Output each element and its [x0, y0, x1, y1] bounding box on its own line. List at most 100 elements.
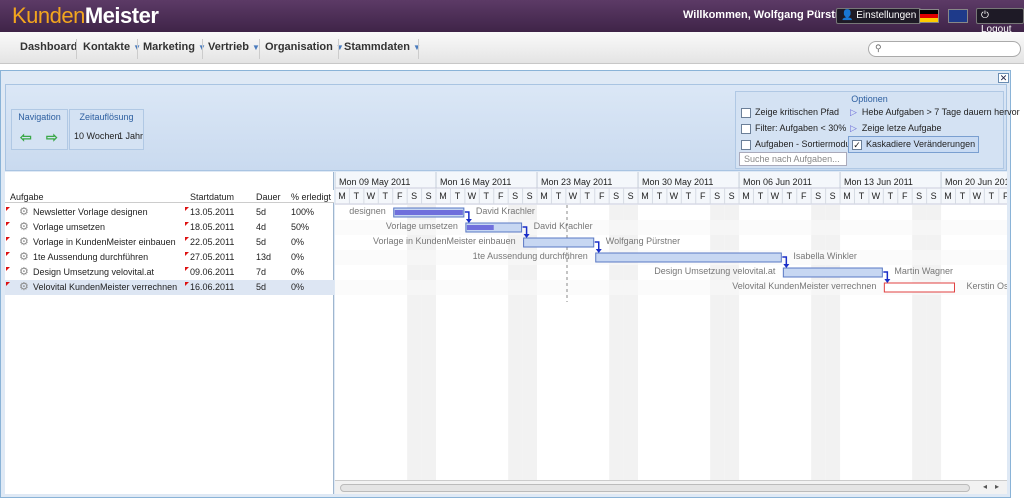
weekend-column [825, 205, 841, 494]
weekend-column [926, 205, 942, 494]
day-letter: S [512, 191, 519, 201]
column-header-task[interactable]: Aufgabe [10, 192, 44, 202]
day-letter: S [930, 191, 937, 201]
weekend-column [724, 205, 740, 494]
power-icon: ⏻ [981, 10, 989, 21]
resource-label: David Krachler [475, 206, 535, 216]
day-letter: M [338, 191, 346, 201]
task-bar-label: designen [349, 206, 386, 216]
cell-start: 18.05.2011 [190, 222, 235, 232]
scroll-right-icon[interactable]: ▸ [995, 482, 999, 491]
day-letter: T [757, 191, 764, 201]
task-bar [782, 267, 883, 278]
cell-start: 13.05.2011 [190, 207, 235, 217]
day-letter: S [425, 191, 432, 201]
gear-icon: ⚙ [19, 221, 29, 233]
options-title: Optionen [851, 94, 888, 104]
day-letter: S [411, 191, 418, 201]
zoom-10-weeks[interactable]: 10 Wochen [74, 131, 119, 141]
scrollbar-thumb[interactable] [340, 484, 970, 492]
table-row[interactable]: ⚙ Vorlage in KundenMeister einbauen 22.05.… [5, 235, 334, 250]
dirty-marker-icon [185, 267, 189, 271]
weekend-column [811, 205, 826, 494]
menu-stammdaten[interactable]: Stammdaten ▼ [344, 41, 421, 53]
user-icon: 👤 [841, 10, 854, 21]
table-row[interactable]: ⚙ Design Umsetzung velovital.at 09.06.2011… [5, 265, 334, 280]
weekend-column [623, 205, 639, 494]
option-critical-path[interactable]: Zeige kritischen Pfad [741, 107, 839, 118]
dirty-marker-icon [6, 237, 10, 241]
weekend-column [912, 205, 927, 494]
column-header-done[interactable]: % erledigt [291, 192, 331, 202]
table-row[interactable]: ⚙ Newsletter Vorlage designen 13.05.2011 5d… [5, 205, 334, 220]
menu-marketing[interactable]: Marketing▼ [143, 41, 206, 53]
dirty-marker-icon [185, 282, 189, 286]
day-letter: S [627, 191, 634, 201]
checkbox-icon [741, 123, 751, 134]
menu-separator [76, 39, 77, 59]
day-letter: M [742, 191, 750, 201]
uk-flag-icon[interactable] [948, 9, 968, 23]
day-letter: M [641, 191, 649, 201]
day-letter: M [944, 191, 952, 201]
scroll-left-icon[interactable]: ◂ [983, 482, 987, 491]
option-sort-mode[interactable]: Aufgaben - Sortiermodus [741, 139, 855, 150]
option-highlight-long[interactable]: ▷ Hebe Aufgaben > 7 Tage dauern hervor [850, 107, 1020, 118]
horizontal-scrollbar[interactable]: ◂ ▸ [335, 480, 1007, 494]
settings-button[interactable]: 👤 Einstellungen [836, 8, 922, 24]
day-letter: W [972, 191, 982, 201]
weekend-column [710, 205, 725, 494]
option-filter[interactable]: Filter: Aufgaben < 30% [741, 123, 846, 134]
cell-task: Newsletter Vorlage designen [33, 207, 148, 217]
option-show-last[interactable]: ▷ Zeige letze Aufgabe [850, 123, 941, 134]
day-letter: T [454, 191, 461, 201]
menu-organisation[interactable]: Organisation ▼ [265, 41, 344, 53]
column-header-start[interactable]: Startdatum [190, 192, 234, 202]
german-flag-icon[interactable] [919, 9, 939, 23]
day-letter: W [467, 191, 477, 201]
menu-vertrieb[interactable]: Vertrieb ▼ [208, 41, 260, 53]
cell-task: 1te Aussendung durchführen [33, 252, 149, 262]
task-bar [883, 282, 955, 293]
arrow-right-icon[interactable]: ⇨ [46, 129, 58, 146]
arrow-left-icon[interactable]: ⇦ [20, 129, 32, 146]
week-label: Mon 09 May 2011 [339, 177, 411, 187]
day-letter: T [786, 191, 793, 201]
column-header-duration[interactable]: Dauer [256, 192, 281, 202]
menu-kontakte[interactable]: Kontakte▼ [83, 41, 141, 53]
progress-fill [394, 210, 463, 215]
cell-task: Vorlage in KundenMeister einbauen [33, 237, 176, 247]
cell-done: 0% [291, 252, 305, 262]
weekend-column [508, 205, 523, 494]
table-row[interactable]: ⚙ Velovital KundenMeister verrechnen 16.06… [5, 280, 334, 295]
day-letter: S [526, 191, 533, 201]
day-letter: M [843, 191, 851, 201]
week-label: Mon 20 Jun 2011 [945, 177, 1007, 187]
close-icon[interactable]: ✕ [998, 73, 1009, 83]
navigation-title: Navigation [18, 112, 61, 122]
day-letter: W [871, 191, 881, 201]
dirty-marker-icon [185, 207, 189, 211]
navigation-group: Navigation ⇦ ⇨ [11, 109, 68, 150]
menu-dashboard[interactable]: Dashboard [20, 41, 77, 53]
logout-button[interactable]: ⏻ Logout [976, 8, 1024, 35]
day-letter: F [902, 191, 908, 201]
table-row[interactable]: ⚙ 1te Aussendung durchführen 27.05.2011 13d… [5, 250, 334, 265]
day-letter: F [396, 191, 403, 201]
resource-label: Martin Wagner [894, 266, 954, 276]
weekend-column [407, 205, 422, 494]
global-search-input[interactable]: ⚲ [868, 41, 1021, 57]
cell-start: 16.06.2011 [190, 282, 235, 292]
zoom-1-year[interactable]: 1 Jahr [118, 131, 143, 141]
task-search-input[interactable]: Suche nach Aufgaben... [739, 152, 847, 166]
dirty-marker-icon [6, 207, 10, 211]
cell-duration: 7d [256, 267, 267, 277]
menu-separator [137, 39, 138, 59]
day-letter: S [613, 191, 620, 201]
option-cascade[interactable]: ✓ Kaskadiere Veränderungen [848, 136, 980, 153]
menu-separator [418, 39, 419, 59]
app-logo[interactable]: KundenMeister [12, 3, 159, 29]
table-row[interactable]: ⚙ Vorlage umsetzen 18.05.2011 4d 50% [5, 220, 334, 235]
dirty-marker-icon [185, 222, 189, 226]
dirty-marker-icon [6, 222, 10, 226]
